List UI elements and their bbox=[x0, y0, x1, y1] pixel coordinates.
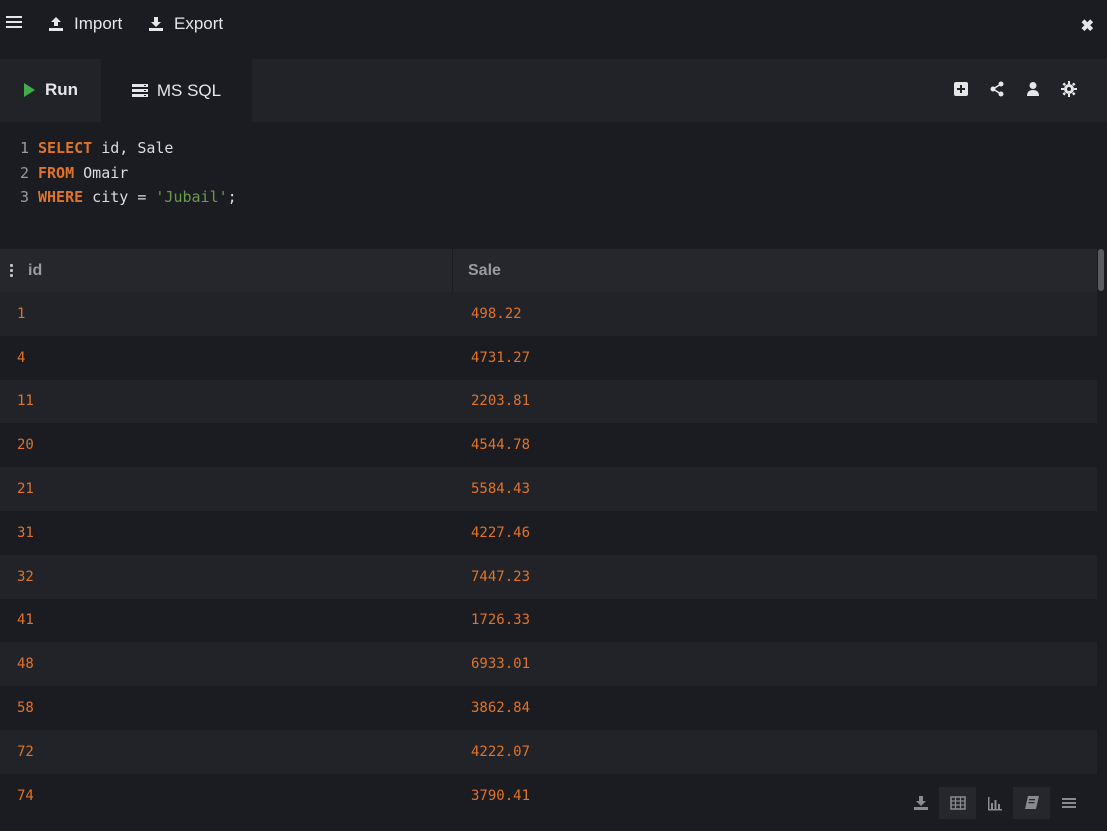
sql-text: Omair bbox=[74, 163, 129, 182]
column-header-id[interactable]: id bbox=[0, 249, 453, 292]
table-row[interactable]: 58 3862.84 bbox=[0, 686, 1097, 730]
results-table: id Sale 1 498.22 4 4731.27 11 2203.81 20 4544.7… bbox=[0, 249, 1097, 831]
cell-sale[interactable]: 4731.27 bbox=[454, 350, 1097, 366]
list-view-button[interactable] bbox=[1050, 787, 1087, 819]
cell-id[interactable]: 74 bbox=[0, 788, 454, 804]
close-icon[interactable]: ✖ bbox=[1081, 16, 1094, 36]
import-button[interactable]: Import bbox=[48, 14, 122, 34]
run-label: Run bbox=[45, 80, 79, 99]
db-selector-tab[interactable]: MS SQL bbox=[101, 59, 252, 122]
cell-sale[interactable]: 498.22 bbox=[454, 306, 1097, 322]
table-row[interactable]: 21 5584.43 bbox=[0, 467, 1097, 511]
chart-icon bbox=[987, 797, 1002, 811]
cell-sale[interactable]: 7447.23 bbox=[454, 569, 1097, 585]
table-row[interactable]: 20 4544.78 bbox=[0, 423, 1097, 467]
sql-text: id, Sale bbox=[92, 139, 174, 157]
cell-sale[interactable]: 2203.81 bbox=[454, 393, 1097, 409]
column-header-sale[interactable]: Sale bbox=[453, 249, 1097, 292]
chart-view-button[interactable] bbox=[976, 787, 1013, 819]
top-bar: Import Export ✖ bbox=[0, 0, 1107, 48]
table-row[interactable]: 32 7447.23 bbox=[0, 554, 1097, 599]
cell-sale[interactable]: 4222.07 bbox=[454, 744, 1097, 760]
download-icon bbox=[913, 796, 928, 810]
cell-id[interactable]: 58 bbox=[0, 700, 454, 716]
upload-icon bbox=[49, 17, 63, 31]
line-number: 3 bbox=[19, 188, 29, 206]
scrollbar-thumb[interactable] bbox=[1098, 249, 1104, 291]
sql-editor[interactable]: 1 SELECT id, Sale 2 FROM Omair 3 WHERE city… bbox=[0, 122, 1107, 230]
add-icon[interactable] bbox=[953, 81, 969, 97]
hamburger-icon[interactable] bbox=[6, 16, 22, 30]
user-icon[interactable] bbox=[1025, 81, 1041, 97]
cell-id[interactable]: 32 bbox=[0, 569, 454, 585]
cell-id[interactable]: 1 bbox=[0, 306, 454, 322]
cell-id[interactable]: 72 bbox=[0, 744, 454, 760]
db-label: MS SQL bbox=[156, 80, 222, 100]
table-row[interactable]: 11 2203.81 bbox=[0, 379, 1097, 424]
cell-id[interactable]: 20 bbox=[0, 437, 454, 453]
column-menu-icon[interactable] bbox=[10, 264, 13, 277]
toolbar-actions bbox=[953, 81, 1077, 97]
code-line: 3 WHERE city = 'Jubail'; bbox=[0, 188, 1107, 213]
view-switcher bbox=[902, 787, 1087, 819]
cell-sale[interactable]: 3862.84 bbox=[454, 700, 1097, 716]
cell-sale[interactable]: 6933.01 bbox=[454, 656, 1097, 672]
import-label: Import bbox=[74, 14, 123, 33]
notes-view-button[interactable] bbox=[1013, 787, 1050, 819]
line-number: 1 bbox=[19, 139, 29, 157]
code-line: 2 FROM Omair bbox=[0, 164, 1107, 189]
sql-keyword: FROM bbox=[38, 163, 75, 182]
sql-string: 'Jubail' bbox=[155, 188, 228, 206]
table-header: id Sale bbox=[0, 249, 1097, 292]
cell-id[interactable]: 21 bbox=[0, 481, 454, 497]
cell-id[interactable]: 41 bbox=[0, 612, 454, 628]
table-view-button[interactable] bbox=[939, 787, 976, 819]
book-icon bbox=[1024, 796, 1039, 809]
share-icon[interactable] bbox=[989, 81, 1005, 97]
table-row[interactable]: 41 1726.33 bbox=[0, 599, 1097, 643]
gear-icon[interactable] bbox=[1061, 81, 1077, 97]
cell-id[interactable]: 48 bbox=[0, 656, 454, 672]
download-icon bbox=[149, 17, 163, 31]
table-row[interactable]: 48 6933.01 bbox=[0, 642, 1097, 687]
sql-text: ; bbox=[227, 188, 237, 206]
export-button[interactable]: Export bbox=[148, 14, 223, 34]
table-body: 1 498.22 4 4731.27 11 2203.81 20 4544.78 21 5584.… bbox=[0, 292, 1097, 818]
cell-id[interactable]: 4 bbox=[0, 350, 454, 366]
cell-sale[interactable]: 4544.78 bbox=[454, 437, 1097, 453]
list-icon bbox=[1061, 798, 1076, 808]
table-row[interactable]: 1 498.22 bbox=[0, 292, 1097, 336]
sql-keyword: SELECT bbox=[38, 139, 93, 157]
cell-id[interactable]: 11 bbox=[0, 393, 454, 409]
editor-toolbar: Run MS SQL bbox=[0, 59, 1107, 122]
line-number: 2 bbox=[19, 163, 29, 182]
column-label: id bbox=[28, 261, 43, 279]
cell-sale[interactable]: 5584.43 bbox=[454, 481, 1097, 497]
sql-text: city = bbox=[83, 188, 156, 206]
column-label: Sale bbox=[468, 261, 501, 279]
table-row[interactable]: 4 4731.27 bbox=[0, 336, 1097, 380]
table-row[interactable]: 72 4222.07 bbox=[0, 729, 1097, 774]
database-icon bbox=[131, 83, 148, 97]
code-line: 1 SELECT id, Sale bbox=[0, 139, 1107, 164]
table-row[interactable]: 31 4227.46 bbox=[0, 511, 1097, 555]
cell-sale[interactable]: 1726.33 bbox=[454, 612, 1097, 628]
sql-keyword: WHERE bbox=[38, 188, 84, 206]
scrollbar[interactable] bbox=[1097, 249, 1107, 831]
cell-sale[interactable]: 4227.46 bbox=[454, 525, 1097, 541]
export-label: Export bbox=[174, 14, 224, 33]
run-button[interactable]: Run bbox=[24, 80, 78, 100]
cell-id[interactable]: 31 bbox=[0, 525, 454, 541]
play-icon bbox=[24, 83, 35, 97]
table-icon bbox=[949, 796, 966, 810]
download-results-button[interactable] bbox=[902, 787, 939, 819]
